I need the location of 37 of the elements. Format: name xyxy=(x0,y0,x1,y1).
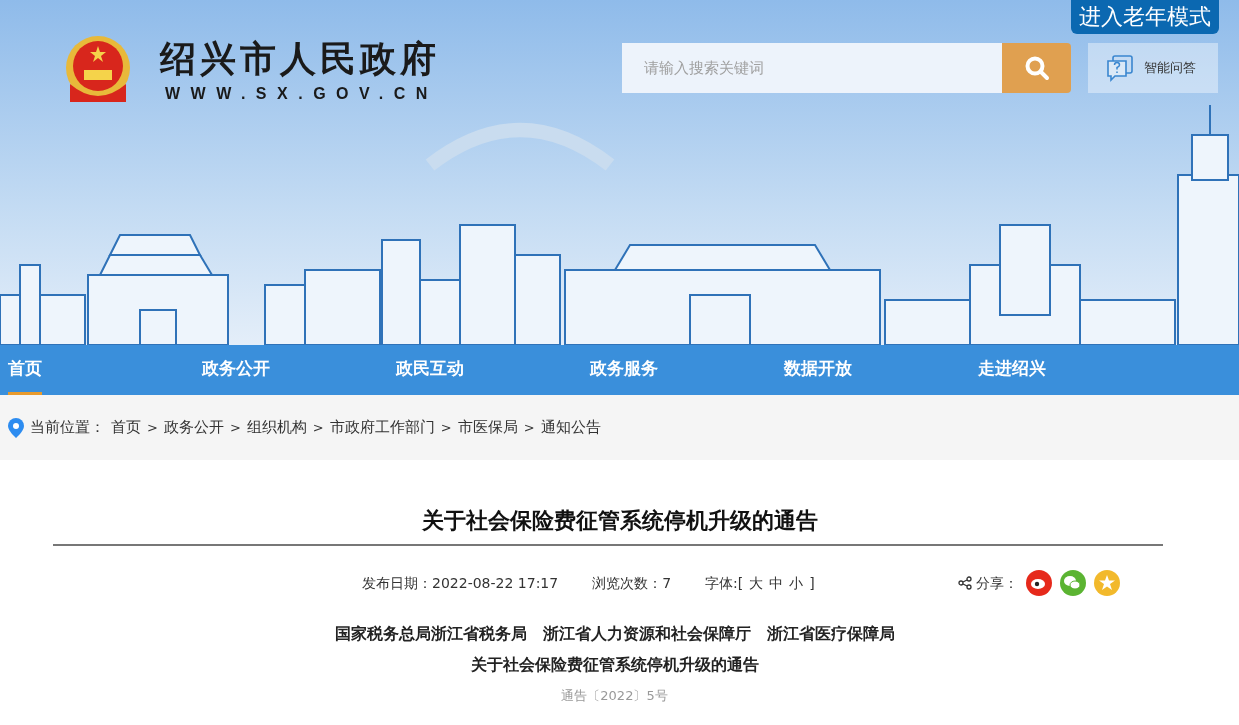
article-title: 关于社会保险费征管系统停机升级的通告 xyxy=(420,508,819,535)
star-share-button[interactable] xyxy=(1094,570,1120,597)
wechat-share-button[interactable] xyxy=(1060,570,1086,597)
site-name: 绍兴市人民政府 xyxy=(160,40,440,76)
font-size-label: 字体:[ xyxy=(705,573,744,593)
site-url: WWW.SX.GOV.CN xyxy=(165,86,438,102)
breadcrumb-separator: > xyxy=(440,418,452,437)
font-size-link[interactable]: 小 xyxy=(789,572,804,594)
location-pin-icon xyxy=(8,417,24,438)
publish-date: 发布日期：2022-08-22 17:17 xyxy=(362,573,559,593)
document-heading: 关于社会保险费征管系统停机升级的通告 xyxy=(469,654,760,677)
breadcrumb-link[interactable]: 通知公告 xyxy=(540,416,601,439)
breadcrumb-link[interactable]: 组织机构 xyxy=(246,416,307,439)
share-label: 分享： xyxy=(976,573,1018,593)
breadcrumb-separator: > xyxy=(523,418,535,437)
search-field[interactable]: 请输入搜索关键词 xyxy=(622,43,1002,93)
breadcrumb-link[interactable]: 市政府工作部门 xyxy=(329,416,435,439)
breadcrumb-separator: > xyxy=(229,418,241,437)
breadcrumb-separator: > xyxy=(312,418,324,437)
chat-question-icon xyxy=(1106,54,1134,82)
breadcrumb-link[interactable]: 市医保局 xyxy=(457,416,518,439)
font-size-link[interactable]: 大 xyxy=(749,572,764,594)
qa-button[interactable]: 智能问答 xyxy=(1088,43,1218,93)
elder-mode-button[interactable]: 进入老年模式 xyxy=(1071,0,1219,34)
breadcrumb-label: 当前位置： xyxy=(30,417,105,439)
view-count: 浏览次数：7 xyxy=(592,573,672,593)
breadcrumb-link[interactable]: 首页 xyxy=(111,416,141,439)
document-number: 通告〔2022〕5号 xyxy=(560,687,669,706)
weibo-share-button[interactable] xyxy=(1026,570,1052,597)
font-size-label: ] xyxy=(809,573,815,593)
breadcrumb-separator: > xyxy=(147,418,158,437)
share-icon xyxy=(958,576,972,591)
breadcrumb-link[interactable]: 政务公开 xyxy=(163,416,224,439)
search-button[interactable] xyxy=(1002,43,1071,93)
search-icon xyxy=(1023,55,1050,81)
document-heading: 国家税务总局浙江省税务局 浙江省人力资源和社会保障厅 浙江省医疗保障局 xyxy=(333,623,896,646)
font-size-link[interactable]: 中 xyxy=(769,572,784,594)
